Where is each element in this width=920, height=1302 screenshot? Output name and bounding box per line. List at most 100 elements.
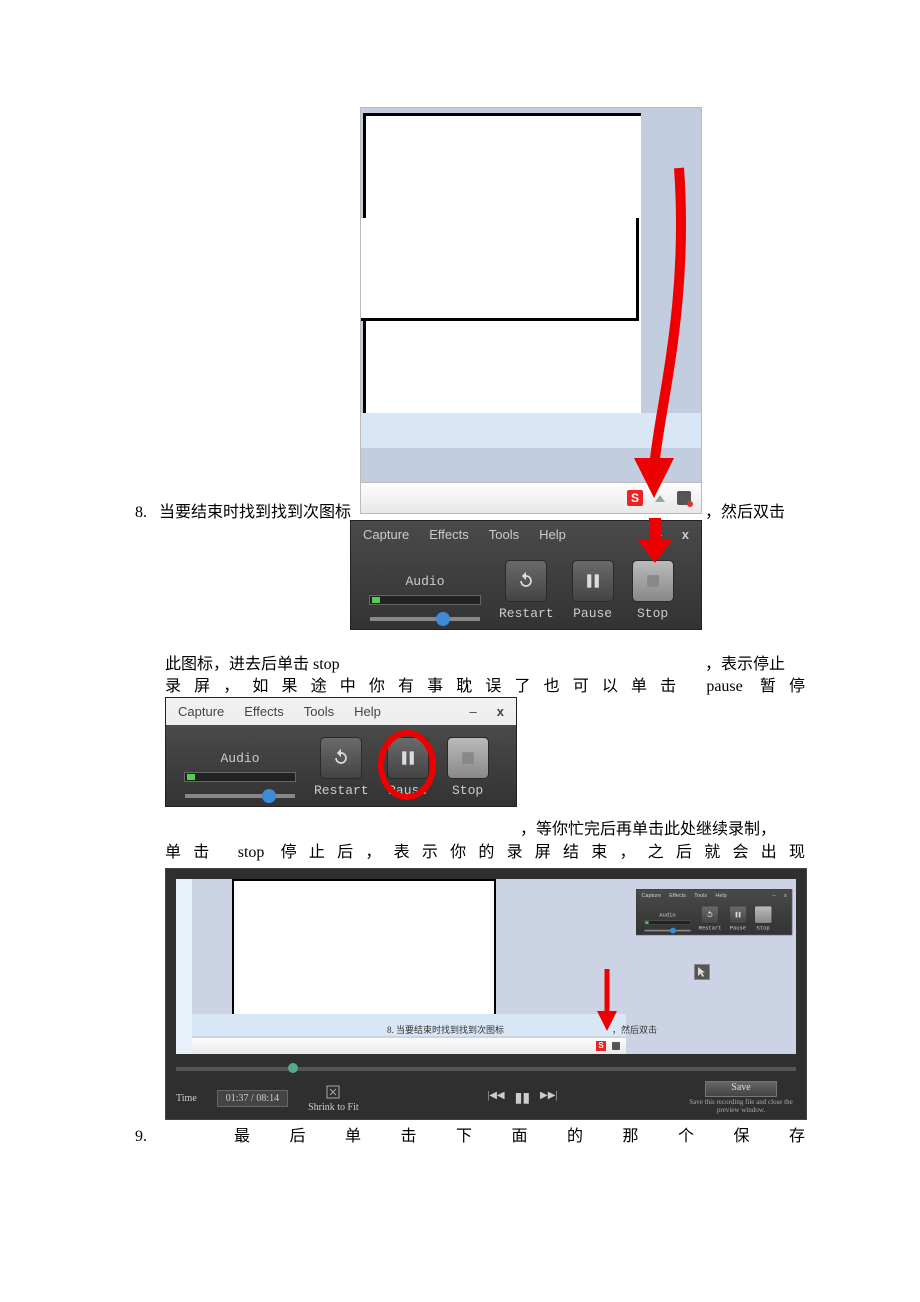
time-label: Time	[176, 1093, 197, 1104]
inner-rec-icon	[612, 1042, 620, 1050]
stop-control-2: Stop	[447, 737, 489, 798]
menu-tools-2: Tools	[304, 704, 334, 719]
mini-close: x	[784, 892, 787, 898]
menu-help-2: Help	[354, 704, 381, 719]
menu-capture-2: Capture	[178, 704, 224, 719]
step-9-line: 9. 最后单击下面的那个保存	[135, 1124, 805, 1150]
screenshot-toolbar-pause: Capture Effects Tools Help ‒ x Audio Res…	[165, 697, 517, 807]
minimize-icon-2: ‒	[470, 704, 477, 719]
inner-s-icon: S	[596, 1041, 606, 1051]
playpause-icon: ▮▮	[515, 1090, 530, 1107]
restart-button	[505, 560, 547, 602]
menubar: Capture Effects Tools Help ‒ x	[351, 521, 701, 548]
audio-label-2: Audio	[220, 751, 259, 766]
stop-label: Stop	[637, 606, 668, 621]
mini-toolbar-overlay: Capture Effects Tools Help ‒ x Audio Rest…	[636, 889, 791, 954]
menu-effects: Effects	[429, 527, 469, 542]
restart-label-2: Restart	[314, 783, 369, 798]
step-8-text-e: 录屏，如果途中你有事耽误了也可以单击 pause 暂停	[165, 674, 805, 700]
pause-label: Pause	[573, 606, 612, 621]
pause-label-2: Pause	[388, 783, 427, 798]
step-8-text-b: ，然后双击	[705, 500, 785, 526]
cursor-icon	[694, 964, 710, 980]
save-button: Save	[705, 1081, 777, 1097]
inner-caption: 8. 当要结束时找到找到次图标	[387, 1023, 504, 1036]
shrink-label: Shrink to Fit	[308, 1102, 359, 1113]
inner-doc	[232, 879, 496, 1028]
stop-button	[632, 560, 674, 602]
pause-control-2: Pause	[387, 737, 429, 798]
menu-help: Help	[539, 527, 566, 542]
next-icon: ▶▶|	[540, 1090, 557, 1107]
save-tooltip: Save this recording file and close the p…	[686, 1099, 796, 1114]
player-bottom-bar: Time 01:37 / 08:14 Shrink to Fit |◀◀ ▮▮ …	[166, 1077, 806, 1119]
menu-effects-2: Effects	[244, 704, 284, 719]
mini-stop-label: Stop	[757, 925, 770, 931]
close-icon-2: x	[497, 704, 504, 719]
mini-slider	[644, 930, 690, 932]
audio-label: Audio	[405, 574, 444, 589]
mini-restart-label: Restart	[699, 925, 722, 931]
mini-meter	[644, 921, 691, 925]
audio-meter	[369, 595, 481, 605]
mini-menu-capture: Capture	[641, 892, 660, 898]
menu-tools: Tools	[489, 527, 519, 542]
step-8-number: 8.	[135, 504, 147, 521]
mini-menu-tools: Tools	[694, 892, 707, 898]
scrub-bar	[176, 1067, 796, 1071]
restart-button-2	[320, 737, 362, 779]
tray-white-area-2	[361, 218, 639, 321]
restart-control-2: Restart	[314, 737, 369, 798]
restart-label: Restart	[499, 606, 554, 621]
shrink-block: Shrink to Fit	[308, 1084, 359, 1113]
audio-meter-2	[184, 772, 296, 782]
step-8-text-a: 当要结束时找到找到次图标	[159, 504, 351, 521]
screenshot-toolbar-stop: Capture Effects Tools Help ‒ x Audio Res…	[350, 520, 702, 630]
audio-slider	[370, 617, 480, 621]
mini-min: ‒	[773, 892, 776, 898]
tray-light-stripe	[361, 413, 701, 448]
mini-menu-effects: Effects	[669, 892, 686, 898]
stop-label-2: Stop	[452, 783, 483, 798]
step-8-text-g: 单击 stop 停止后，表示你的录屏结束，之后就会出现	[165, 840, 805, 866]
mini-pause	[729, 906, 747, 924]
mini-menubar: Capture Effects Tools Help ‒ x	[636, 889, 791, 900]
inner-red-arrow-icon	[592, 969, 622, 1039]
close-icon: x	[682, 527, 689, 542]
time-value: 01:37 / 08:14	[217, 1090, 288, 1107]
inner-taskbar: S	[192, 1038, 626, 1054]
toolbar-section: Audio Restart Pause Stop	[351, 548, 701, 629]
stop-control: Stop	[632, 560, 674, 621]
pause-button-2	[387, 737, 429, 779]
menubar-light: Capture Effects Tools Help ‒ x	[166, 698, 516, 725]
playback-controls: |◀◀ ▮▮ ▶▶|	[379, 1090, 666, 1107]
screenshot-preview-player: S 8. 当要结束时找到找到次图标 ，然后双击 Capture Effects …	[165, 868, 807, 1120]
minimize-icon: ‒	[655, 527, 662, 542]
pause-button	[572, 560, 614, 602]
toolbar-section-2: Audio Restart Pause Stop	[166, 725, 516, 806]
shrink-icon	[325, 1084, 341, 1100]
step-9-text: 最后单击下面的那个保存	[234, 1128, 805, 1145]
document-page: S 8. 当要结束时找到找到次图标 ，然后双击 Capture Effects …	[0, 0, 920, 1302]
screenshot-system-tray: S	[360, 107, 702, 514]
scrub-pos	[288, 1063, 298, 1073]
audio-block: Audio	[369, 574, 481, 621]
mini-audio: Audio	[644, 912, 691, 932]
stop-button-2	[447, 737, 489, 779]
mini-restart	[701, 906, 719, 924]
mini-stop	[754, 906, 772, 924]
audio-block-2: Audio	[184, 751, 296, 798]
prev-icon: |◀◀	[487, 1090, 504, 1107]
mini-section: Audio Restart Pause Stop	[636, 901, 791, 935]
ruler	[176, 879, 192, 1054]
mini-audio-label: Audio	[659, 912, 675, 918]
audio-slider-2	[185, 794, 295, 798]
menu-capture: Capture	[363, 527, 409, 542]
pause-control: Pause	[572, 560, 614, 621]
save-block: Save Save this recording file and close …	[686, 1081, 796, 1114]
restart-control: Restart	[499, 560, 554, 621]
step-8-text-f: ，等你忙完后再单击此处继续录制，	[520, 817, 776, 843]
step-9-number: 9.	[135, 1128, 147, 1145]
mini-menu-help: Help	[715, 892, 726, 898]
mini-pause-label: Pause	[730, 925, 746, 931]
